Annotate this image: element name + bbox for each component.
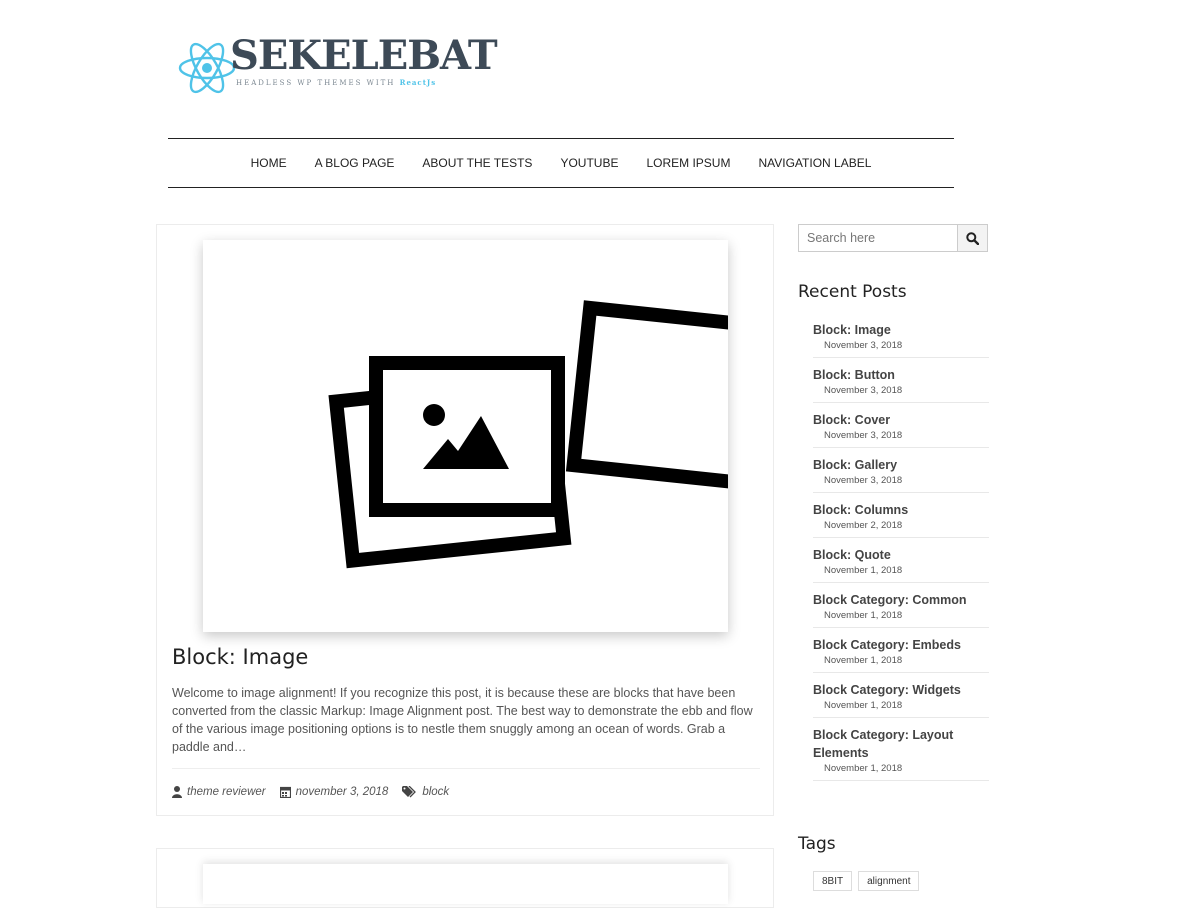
recent-post-link[interactable]: Block Category: Widgets xyxy=(813,681,989,699)
calendar-icon xyxy=(279,786,291,798)
post-meta: theme reviewer november 3, 2018 block xyxy=(172,786,449,798)
recent-post-date: November 2, 2018 xyxy=(824,520,903,531)
recent-post-link[interactable]: Block: Quote xyxy=(813,546,989,564)
nav-list: HOME A BLOG PAGE ABOUT THE TESTS YOUTUBE LOR… xyxy=(168,139,954,187)
tag-link[interactable]: alignment xyxy=(858,871,920,891)
search-form xyxy=(798,224,989,252)
search-button[interactable] xyxy=(957,224,988,252)
recent-post-link[interactable]: Block: Cover xyxy=(813,411,989,429)
recent-post-date: November 1, 2018 xyxy=(824,565,903,576)
recent-post-date: November 3, 2018 xyxy=(824,340,903,351)
nav-item-navigation-label[interactable]: NAVIGATION LABEL xyxy=(744,156,885,170)
recent-post-item: Block: Gallery November 3, 2018 xyxy=(813,453,989,493)
main-navigation: HOME A BLOG PAGE ABOUT THE TESTS YOUTUBE LOR… xyxy=(168,138,954,188)
recent-post-link[interactable]: Block Category: Common xyxy=(813,591,989,609)
recent-post-link[interactable]: Block: Gallery xyxy=(813,456,989,474)
user-icon xyxy=(172,786,182,798)
tag-cloud: 8BIT alignment xyxy=(813,871,920,891)
recent-post-item: Block: Quote November 1, 2018 xyxy=(813,543,989,583)
image-placeholder-icon xyxy=(328,300,779,569)
meta-divider xyxy=(172,768,760,769)
recent-post-item: Block: Button November 3, 2018 xyxy=(813,363,989,403)
recent-post-link[interactable]: Block Category: Embeds xyxy=(813,636,989,654)
post-category[interactable]: block xyxy=(402,786,449,798)
recent-post-date: November 3, 2018 xyxy=(824,385,903,396)
site-logo[interactable]: SEKELEBAT HEADLESS WP THEMES WITH ReactJ… xyxy=(178,34,498,102)
nav-item-lorem-ipsum[interactable]: LOREM IPSUM xyxy=(632,156,744,170)
logo-wordmark: SEKELEBAT xyxy=(230,32,498,79)
recent-post-link[interactable]: Block: Button xyxy=(813,366,989,384)
nav-item-youtube[interactable]: YOUTUBE xyxy=(546,156,632,170)
recent-post-link[interactable]: Block Category: Layout Elements xyxy=(813,726,989,762)
post-category-text: block xyxy=(422,786,450,798)
recent-post-item: Block Category: Common November 1, 2018 xyxy=(813,588,989,628)
recent-post-item: Block Category: Embeds November 1, 2018 xyxy=(813,633,989,673)
recent-post-item: Block: Cover November 3, 2018 xyxy=(813,408,989,448)
recent-post-link[interactable]: Block: Columns xyxy=(813,501,989,519)
logo-tagline-prefix: HEADLESS WP THEMES WITH xyxy=(236,79,396,87)
recent-post-date: November 1, 2018 xyxy=(824,610,903,621)
logo-tagline: HEADLESS WP THEMES WITH ReactJs xyxy=(236,78,436,87)
recent-post-item: Block Category: Widgets November 1, 2018 xyxy=(813,678,989,718)
search-icon xyxy=(966,231,979,245)
post-date-text: november 3, 2018 xyxy=(295,786,389,798)
tags-icon xyxy=(402,786,417,798)
recent-post-item: Block: Columns November 2, 2018 xyxy=(813,498,989,538)
tag-link[interactable]: 8BIT xyxy=(813,871,853,891)
post-author-name: theme reviewer xyxy=(187,786,266,798)
recent-post-date: November 1, 2018 xyxy=(824,655,903,666)
recent-post-date: November 3, 2018 xyxy=(824,475,903,486)
nav-item-a-blog-page[interactable]: A BLOG PAGE xyxy=(301,156,409,170)
react-atom-icon xyxy=(178,42,236,94)
post-excerpt: Welcome to image alignment! If you recog… xyxy=(172,686,753,754)
recent-posts-list: Block: Image November 3, 2018 Block: Butto… xyxy=(813,318,989,786)
post-thumbnail[interactable] xyxy=(203,864,728,904)
recent-post-item: Block: Image November 3, 2018 xyxy=(813,318,989,358)
search-input[interactable] xyxy=(798,224,958,252)
tags-heading: Tags xyxy=(798,834,836,854)
recent-post-link[interactable]: Block: Image xyxy=(813,321,989,339)
nav-item-home[interactable]: HOME xyxy=(237,156,301,170)
nav-item-about-the-tests[interactable]: ABOUT THE TESTS xyxy=(408,156,546,170)
post-thumbnail[interactable] xyxy=(203,240,779,632)
post-title[interactable]: Block: Image xyxy=(172,645,308,669)
recent-post-item: Block Category: Layout Elements November … xyxy=(813,723,989,781)
logo-tagline-accent: ReactJs xyxy=(399,78,437,87)
recent-posts-heading: Recent Posts xyxy=(798,282,907,302)
recent-post-date: November 1, 2018 xyxy=(824,763,903,774)
post-author[interactable]: theme reviewer xyxy=(172,786,266,798)
recent-post-date: November 3, 2018 xyxy=(824,430,903,441)
post-date[interactable]: november 3, 2018 xyxy=(279,786,389,798)
recent-post-date: November 1, 2018 xyxy=(824,700,903,711)
